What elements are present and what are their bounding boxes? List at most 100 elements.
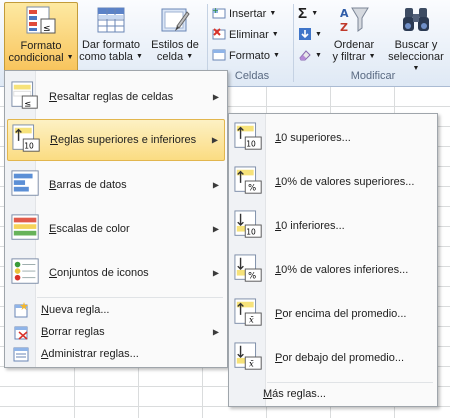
submenu-item-bottom-10[interactable]: 10 10 inferiores...	[231, 205, 435, 247]
format-as-table-label-2: como tabla	[79, 51, 133, 63]
label-rest: esaltar reglas de celdas	[56, 91, 174, 103]
editing-group-label: Modificar	[350, 70, 396, 82]
insert-label: Insertar	[229, 8, 267, 20]
mnemonic: C	[49, 267, 57, 279]
conditional-format-label-2-wrap: condicional ▼	[5, 52, 77, 64]
menu-item-new-rule-label: Nueva regla...	[41, 304, 110, 316]
svg-text:10: 10	[246, 227, 256, 236]
chevron-down-icon: ▼	[273, 52, 280, 60]
menu-item-top-bottom-rules[interactable]: 10 Reglas superiores e inferiores ▶	[7, 119, 225, 161]
cell-styles-button[interactable]: Estilos de celda ▼	[146, 2, 204, 70]
format-as-table-button[interactable]: Dar formato como tabla ▼	[78, 2, 144, 70]
chevron-down-icon: ▼	[315, 52, 322, 60]
label-rest: 0% de valores superiores...	[281, 176, 415, 188]
conditional-format-button[interactable]: ≤ Formato condicional ▼	[4, 2, 78, 72]
delete-label: Eliminar	[229, 29, 269, 41]
svg-text:10: 10	[246, 139, 256, 148]
new-rule-icon	[14, 302, 28, 318]
label-rest: or encima del promedio...	[282, 308, 407, 320]
submenu-item-below-average-label: Por debajo del promedio...	[275, 352, 404, 364]
menu-item-color-scales[interactable]: Escalas de color ▶	[7, 209, 225, 249]
mnemonic: M	[263, 388, 273, 400]
svg-text:x̄: x̄	[249, 358, 254, 368]
top-bottom-rules-submenu: 10 10 superiores... % 10% de valores sup…	[228, 113, 438, 407]
chevron-down-icon: ▼	[186, 53, 194, 61]
svg-text:≤: ≤	[43, 24, 51, 34]
menu-item-icon-sets[interactable]: Conjuntos de iconos ▶	[7, 253, 225, 293]
svg-text:≤: ≤	[24, 98, 31, 108]
submenu-item-top-10-label: 10 superiores...	[275, 132, 351, 144]
submenu-arrow-icon: ▶	[212, 224, 219, 234]
menu-item-data-bars[interactable]: Barras de datos ▶	[7, 165, 225, 205]
insert-button[interactable]: + Insertar ▼	[212, 4, 276, 24]
conditional-format-icon: ≤	[26, 6, 56, 34]
bottom-10-percent-icon: %	[234, 254, 262, 282]
menu-item-manage-rules[interactable]: Administrar reglas...	[7, 344, 225, 364]
mnemonic: R	[49, 91, 57, 103]
conditional-format-menu: ≤ Resaltar reglas de celdas ▶ 10 Reglas …	[4, 70, 228, 368]
format-cells-icon	[212, 49, 226, 61]
manage-rules-icon	[13, 347, 29, 362]
chevron-down-icon: ▼	[135, 53, 143, 61]
submenu-arrow-icon: ▶	[212, 268, 219, 278]
chevron-down-icon: ▼	[271, 31, 279, 39]
menu-item-icon-sets-label: Conjuntos de iconos	[49, 267, 149, 279]
fill-button[interactable]: ▼	[298, 25, 322, 45]
menu-separator	[37, 297, 223, 298]
chevron-down-icon: ▼	[311, 10, 319, 18]
svg-text:+: +	[212, 6, 219, 15]
menu-item-highlight-rules-label: Resaltar reglas de celdas	[49, 91, 173, 103]
top-10-icon: 10	[234, 122, 262, 150]
menu-item-manage-rules-label: Administrar reglas...	[41, 348, 139, 360]
menu-item-data-bars-label: Barras de datos	[49, 179, 127, 191]
above-average-icon: x̄	[234, 298, 262, 326]
submenu-item-above-average[interactable]: x̄ Por encima del promedio...	[231, 293, 435, 335]
find-select-button[interactable]: Buscar y seleccionar ▼	[384, 2, 448, 72]
submenu-item-top-10-percent-label: 10% de valores superiores...	[275, 176, 414, 188]
label-rest: scalas de color	[56, 223, 130, 235]
menu-item-clear-rules[interactable]: Borrar reglas ▶	[7, 322, 225, 342]
menu-item-top-bottom-rules-label: Reglas superiores e inferiores	[50, 134, 196, 146]
submenu-item-bottom-10-label: 10 inferiores...	[275, 220, 345, 232]
label-rest: 0 superiores...	[281, 132, 351, 144]
highlight-rules-icon: ≤	[11, 81, 38, 109]
label-rest: dministrar reglas...	[48, 348, 139, 360]
submenu-item-more-rules[interactable]: Más reglas...	[231, 384, 435, 404]
sort-filter-button[interactable]: A Z Ordenar y filtrar ▼	[326, 2, 382, 70]
label-rest: ueva regla...	[48, 304, 110, 316]
autosum-button[interactable]: Σ ▼	[298, 4, 318, 24]
submenu-arrow-icon: ▶	[212, 327, 219, 337]
top-10-percent-icon: %	[234, 166, 262, 194]
submenu-item-top-10-percent[interactable]: % 10% de valores superiores...	[231, 161, 435, 203]
label-rest: or debajo del promedio...	[282, 352, 405, 364]
menu-item-new-rule[interactable]: Nueva regla...	[7, 300, 225, 320]
label-rest: 0% de valores inferiores...	[281, 264, 409, 276]
delete-button[interactable]: Eliminar ▼	[212, 25, 279, 45]
menu-item-color-scales-label: Escalas de color	[49, 223, 130, 235]
format-cells-button[interactable]: Formato ▼	[212, 46, 280, 66]
submenu-arrow-icon: ▶	[212, 92, 219, 102]
sort-filter-label-2: y filtrar	[332, 51, 366, 63]
menu-item-highlight-rules[interactable]: ≤ Resaltar reglas de celdas ▶	[7, 77, 225, 117]
submenu-item-top-10[interactable]: 10 10 superiores...	[231, 117, 435, 159]
label-rest: 0 inferiores...	[281, 220, 345, 232]
group-separator	[293, 4, 294, 82]
bottom-10-icon: 10	[234, 210, 262, 238]
submenu-arrow-icon: ▶	[212, 180, 219, 190]
submenu-item-bottom-10-percent-label: 10% de valores inferiores...	[275, 264, 408, 276]
format-label: Formato	[229, 50, 270, 62]
icon-sets-icon	[11, 258, 39, 284]
label-rest: ás reglas...	[272, 388, 326, 400]
conditional-format-label-1: Formato	[20, 40, 62, 52]
cell-styles-label-2-wrap: celda ▼	[146, 51, 204, 63]
chevron-down-icon: ▼	[66, 54, 74, 62]
chevron-down-icon: ▼	[269, 10, 277, 18]
submenu-item-below-average[interactable]: x̄ Por debajo del promedio...	[231, 337, 435, 379]
label-rest: orrar reglas	[48, 326, 105, 338]
submenu-arrow-icon: ▶	[211, 135, 218, 145]
sum-icon: Σ	[298, 5, 308, 22]
submenu-separator	[267, 382, 433, 383]
clear-button[interactable]: ▼	[298, 46, 322, 66]
svg-text:x̄: x̄	[249, 314, 254, 324]
submenu-item-bottom-10-percent[interactable]: % 10% de valores inferiores...	[231, 249, 435, 291]
